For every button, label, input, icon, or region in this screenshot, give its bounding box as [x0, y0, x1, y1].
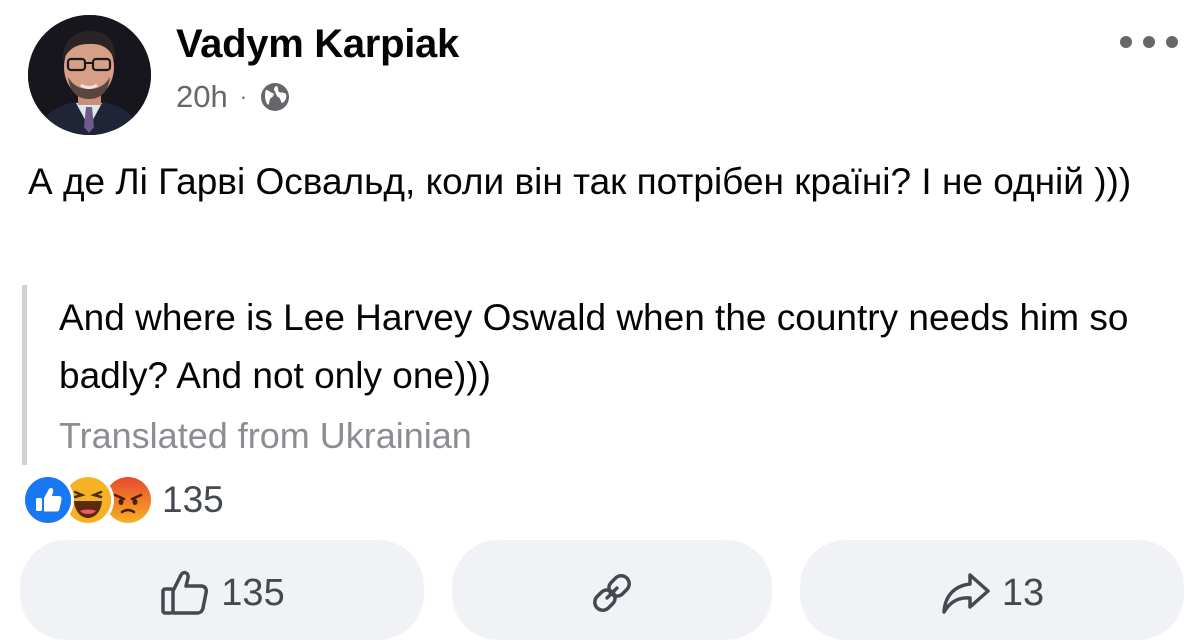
translated-text: And where is Lee Harvey Oswald when the … [59, 297, 1129, 396]
share-count: 13 [1001, 572, 1045, 614]
translation-block: And where is Lee Harvey Oswald when the … [22, 285, 1197, 465]
post-meta: 20h · [176, 77, 291, 117]
dot [1143, 36, 1155, 48]
translation-note[interactable]: Translated from Ukrainian [59, 407, 472, 465]
globe-icon[interactable] [259, 81, 291, 113]
reaction-summary[interactable]: 135 [22, 474, 224, 526]
link-icon [586, 568, 638, 618]
thumbs-up-icon [159, 568, 211, 618]
facebook-post: Vadym Karpiak 20h · А де Лі Гарві Осваль… [0, 0, 1200, 640]
author-name[interactable]: Vadym Karpiak [176, 22, 459, 67]
dot [1166, 36, 1178, 48]
dot [1120, 36, 1132, 48]
share-arrow-icon [940, 568, 992, 618]
post-original-text: А де Лі Гарві Освальд, коли він так потр… [28, 161, 1132, 202]
like-count: 135 [221, 572, 285, 614]
share-button[interactable]: 13 [800, 540, 1184, 640]
copy-link-button[interactable] [452, 540, 772, 640]
like-button[interactable]: 135 [20, 540, 424, 640]
like-reaction-icon [22, 474, 74, 526]
post-timestamp[interactable]: 20h [176, 79, 228, 115]
author-avatar[interactable] [28, 15, 151, 135]
meta-separator: · [239, 84, 248, 109]
more-options-icon[interactable] [1120, 28, 1178, 56]
reaction-count: 135 [162, 479, 224, 520]
